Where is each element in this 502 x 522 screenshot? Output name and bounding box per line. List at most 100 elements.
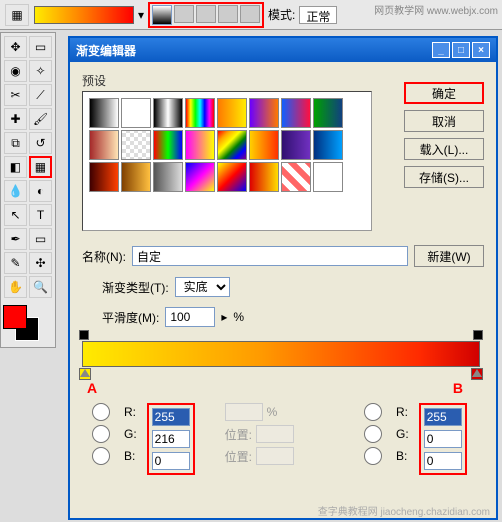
blur-tool-icon[interactable]: 💧 bbox=[4, 180, 27, 202]
preset-swatch[interactable] bbox=[217, 98, 247, 128]
diamond-gradient-icon[interactable] bbox=[240, 5, 260, 23]
radio-r-a[interactable] bbox=[82, 403, 120, 421]
brush-tool-icon[interactable]: 🖌 bbox=[29, 108, 52, 130]
preset-swatch[interactable] bbox=[185, 162, 215, 192]
dropdown-icon[interactable]: ▸ bbox=[221, 310, 227, 324]
b-label: B: bbox=[124, 449, 135, 463]
name-input[interactable] bbox=[132, 246, 408, 266]
dialog-titlebar[interactable]: 渐变编辑器 _ □ × bbox=[70, 38, 496, 62]
history-brush-icon[interactable]: ↺ bbox=[29, 132, 52, 154]
shape-tool-icon[interactable]: ▭ bbox=[29, 228, 52, 250]
preset-swatch[interactable] bbox=[121, 98, 151, 128]
dropdown-arrow-icon[interactable]: ▾ bbox=[138, 8, 144, 22]
gradient-type-label: 渐变类型(T): bbox=[102, 279, 169, 296]
preset-swatch[interactable] bbox=[153, 98, 183, 128]
preset-swatch[interactable] bbox=[313, 98, 343, 128]
heal-tool-icon[interactable]: ✚ bbox=[4, 108, 27, 130]
save-button[interactable]: 存储(S)... bbox=[404, 166, 484, 188]
r-input-b[interactable] bbox=[424, 408, 462, 426]
percent-1: % bbox=[267, 405, 278, 419]
preset-swatch[interactable] bbox=[89, 162, 119, 192]
g-label: G: bbox=[124, 427, 137, 441]
watermark-footer: 查字典教程网 jiaocheng.chazidian.com bbox=[318, 503, 490, 518]
color-swatches[interactable] bbox=[3, 305, 53, 345]
new-button[interactable]: 新建(W) bbox=[414, 245, 484, 267]
tools-panel: ✥▭ ◉✧ ✂⟋ ✚🖌 ⧉↺ ◧▦ 💧◐ ↖T ✒▭ ✎✣ ✋🔍 bbox=[0, 32, 56, 348]
zoom-tool-icon[interactable]: 🔍 bbox=[29, 276, 52, 298]
preset-swatch[interactable] bbox=[313, 162, 343, 192]
angle-gradient-icon[interactable] bbox=[196, 5, 216, 23]
linear-gradient-icon[interactable] bbox=[152, 5, 172, 25]
wand-tool-icon[interactable]: ✧ bbox=[29, 60, 52, 82]
preset-swatch[interactable] bbox=[249, 130, 279, 160]
tool-preset-picker[interactable]: ▦ bbox=[5, 4, 29, 26]
preset-swatch[interactable] bbox=[281, 130, 311, 160]
preset-swatch[interactable] bbox=[89, 98, 119, 128]
notes-tool-icon[interactable]: ✎ bbox=[4, 252, 27, 274]
dodge-tool-icon[interactable]: ◐ bbox=[29, 180, 52, 202]
gradient-bar[interactable]: A B bbox=[82, 341, 480, 367]
reflected-gradient-icon[interactable] bbox=[218, 5, 238, 23]
preset-swatch[interactable] bbox=[281, 162, 311, 192]
preset-swatch[interactable] bbox=[217, 130, 247, 160]
cancel-button[interactable]: 取消 bbox=[404, 110, 484, 132]
percent-label: % bbox=[233, 310, 244, 324]
gradient-preview[interactable] bbox=[34, 6, 134, 24]
radio-r-b[interactable] bbox=[354, 403, 392, 421]
hand-tool-icon[interactable]: ✋ bbox=[4, 276, 27, 298]
close-icon[interactable]: × bbox=[472, 42, 490, 58]
radio-g-b[interactable] bbox=[354, 425, 392, 443]
blend-mode-select[interactable]: 正常 bbox=[299, 6, 337, 24]
color-stop-a[interactable] bbox=[79, 368, 91, 380]
radio-g-a[interactable] bbox=[82, 425, 120, 443]
maximize-icon[interactable]: □ bbox=[452, 42, 470, 58]
type-tool-icon[interactable]: T bbox=[29, 204, 52, 226]
pen-tool-icon[interactable]: ✒ bbox=[4, 228, 27, 250]
radio-b-b[interactable] bbox=[354, 447, 392, 465]
preset-swatch[interactable] bbox=[121, 162, 151, 192]
preset-swatch[interactable] bbox=[217, 162, 247, 192]
foreground-color-swatch[interactable] bbox=[3, 305, 27, 329]
gradient-tool-icon[interactable]: ▦ bbox=[29, 156, 52, 178]
smoothness-input[interactable] bbox=[165, 307, 215, 327]
minimize-icon[interactable]: _ bbox=[432, 42, 450, 58]
b-input-a[interactable] bbox=[152, 452, 190, 470]
radial-gradient-icon[interactable] bbox=[174, 5, 194, 23]
preset-swatch[interactable] bbox=[249, 98, 279, 128]
r-label: R: bbox=[124, 405, 136, 419]
slice-tool-icon[interactable]: ⟋ bbox=[29, 84, 52, 106]
preset-swatch[interactable] bbox=[281, 98, 311, 128]
path-tool-icon[interactable]: ↖ bbox=[4, 204, 27, 226]
b-input-b[interactable] bbox=[424, 452, 462, 470]
opacity-stop-right[interactable] bbox=[473, 330, 483, 340]
marquee-tool-icon[interactable]: ▭ bbox=[29, 36, 52, 58]
lasso-tool-icon[interactable]: ◉ bbox=[4, 60, 27, 82]
g-input-a[interactable] bbox=[152, 430, 190, 448]
presets-box[interactable] bbox=[82, 91, 372, 231]
color-stop-b[interactable] bbox=[471, 368, 483, 380]
opacity-stop-left[interactable] bbox=[79, 330, 89, 340]
eyedropper-tool-icon[interactable]: ✣ bbox=[29, 252, 52, 274]
preset-swatch[interactable] bbox=[89, 130, 119, 160]
gradient-type-select[interactable]: 实底 bbox=[175, 277, 230, 297]
r-input-a[interactable] bbox=[152, 408, 190, 426]
preset-swatch[interactable] bbox=[153, 130, 183, 160]
gradient-editor-dialog: 渐变编辑器 _ □ × 预设 确定 取消 载入(L)... 存储(S)... 名… bbox=[68, 36, 498, 520]
ok-button[interactable]: 确定 bbox=[404, 82, 484, 104]
radio-b-a[interactable] bbox=[82, 447, 120, 465]
preset-swatch[interactable] bbox=[185, 130, 215, 160]
preset-swatch[interactable] bbox=[313, 130, 343, 160]
dialog-title: 渐变编辑器 bbox=[76, 42, 136, 59]
g-input-b[interactable] bbox=[424, 430, 462, 448]
crop-tool-icon[interactable]: ✂ bbox=[4, 84, 27, 106]
load-button[interactable]: 载入(L)... bbox=[404, 138, 484, 160]
preset-swatch[interactable] bbox=[249, 162, 279, 192]
preset-swatch[interactable] bbox=[153, 162, 183, 192]
pos-field-1 bbox=[256, 425, 294, 443]
move-tool-icon[interactable]: ✥ bbox=[4, 36, 27, 58]
position-label-2: 位置: bbox=[225, 448, 252, 465]
preset-swatch[interactable] bbox=[121, 130, 151, 160]
stamp-tool-icon[interactable]: ⧉ bbox=[4, 132, 27, 154]
preset-swatch[interactable] bbox=[185, 98, 215, 128]
eraser-tool-icon[interactable]: ◧ bbox=[4, 156, 27, 178]
